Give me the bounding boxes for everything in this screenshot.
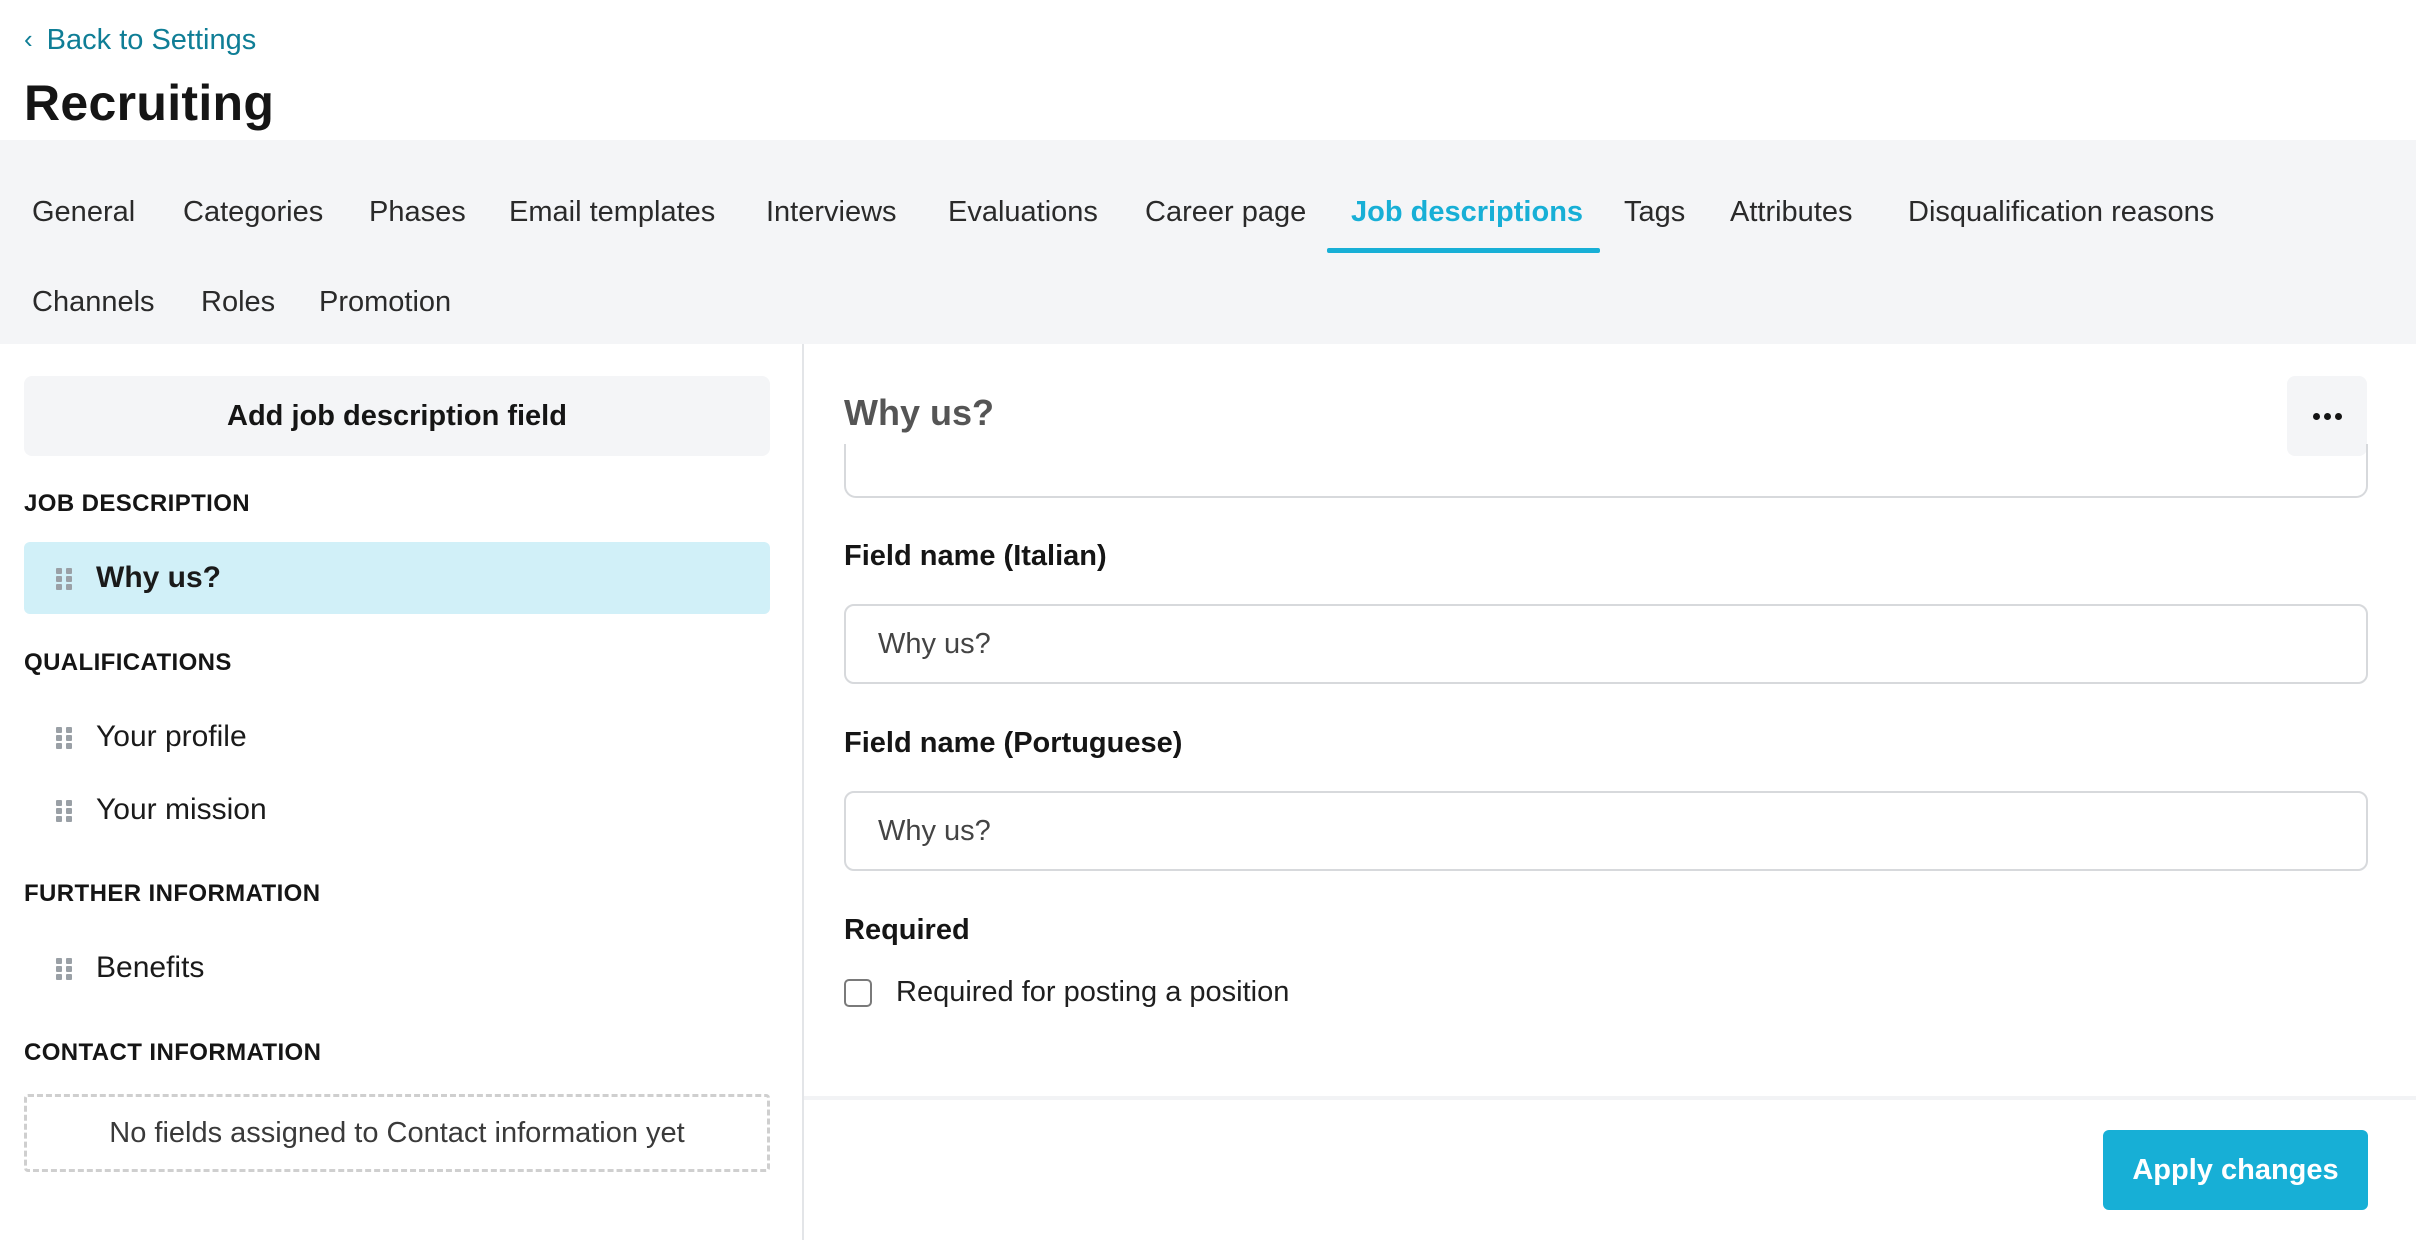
page-title: Recruiting xyxy=(24,75,275,131)
tab-disqualification-reasons[interactable]: Disqualification reasons xyxy=(1908,196,2214,229)
field-item-label: Benefits xyxy=(96,951,205,984)
settings-tab-bar: General Categories Phases Email template… xyxy=(0,140,2416,344)
more-horizontal-icon xyxy=(2312,412,2320,420)
field-item-benefits[interactable]: Benefits xyxy=(24,932,770,1004)
field-name-italian-input[interactable] xyxy=(844,604,2368,684)
required-checkbox-label: Required for posting a position xyxy=(896,976,1290,1008)
tab-phases[interactable]: Phases xyxy=(369,196,466,229)
scrolled-input-edge xyxy=(844,444,2368,498)
active-tab-indicator xyxy=(1327,248,1600,253)
field-list-panel: Add job description field JOB DESCRIPTIO… xyxy=(0,344,802,1240)
field-detail-title: Why us? xyxy=(844,392,994,433)
field-item-why-us[interactable]: Why us? xyxy=(24,542,770,614)
tab-categories[interactable]: Categories xyxy=(183,196,323,229)
drag-handle-icon[interactable] xyxy=(56,568,72,590)
empty-drop-zone: No fields assigned to Contact informatio… xyxy=(24,1094,770,1172)
field-item-label: Why us? xyxy=(96,561,221,594)
field-name-portuguese-label: Field name (Portuguese) xyxy=(844,727,1183,759)
back-link-label: Back to Settings xyxy=(46,24,257,56)
tab-attributes[interactable]: Attributes xyxy=(1730,196,1853,229)
section-title-contact-information: CONTACT INFORMATION xyxy=(24,1039,322,1066)
drag-handle-icon[interactable] xyxy=(56,727,72,749)
section-title-further-information: FURTHER INFORMATION xyxy=(24,880,321,907)
section-title-job-description: JOB DESCRIPTION xyxy=(24,490,251,517)
tab-evaluations[interactable]: Evaluations xyxy=(948,196,1098,229)
tab-tags[interactable]: Tags xyxy=(1624,196,1685,229)
drag-handle-icon[interactable] xyxy=(56,800,72,822)
tab-job-descriptions[interactable]: Job descriptions xyxy=(1351,196,1583,229)
field-item-label: Your mission xyxy=(96,793,267,826)
tab-career-page[interactable]: Career page xyxy=(1145,196,1306,229)
page-header: ‹ Back to Settings Recruiting xyxy=(0,0,2416,140)
add-job-description-field-button[interactable]: Add job description field xyxy=(24,376,770,456)
back-to-settings-link[interactable]: ‹ Back to Settings xyxy=(24,24,256,57)
field-name-italian-label: Field name (Italian) xyxy=(844,540,1107,572)
required-label: Required xyxy=(844,914,970,946)
field-item-label: Your profile xyxy=(96,720,247,753)
tab-interviews[interactable]: Interviews xyxy=(766,196,897,229)
drag-handle-icon[interactable] xyxy=(56,958,72,980)
field-detail-panel: Why us? Field name (Italian) Field name … xyxy=(804,344,2416,1240)
apply-changes-button[interactable]: Apply changes xyxy=(2103,1130,2368,1210)
footer-divider xyxy=(804,1096,2416,1100)
chevron-left-icon: ‹ xyxy=(24,23,33,54)
required-checkbox[interactable] xyxy=(844,978,872,1007)
tab-promotion[interactable]: Promotion xyxy=(319,286,451,319)
tab-email-templates[interactable]: Email templates xyxy=(509,196,715,229)
field-item-your-profile[interactable]: Your profile xyxy=(24,701,770,773)
section-title-qualifications: QUALIFICATIONS xyxy=(24,649,232,676)
tab-channels[interactable]: Channels xyxy=(32,286,155,319)
field-item-your-mission[interactable]: Your mission xyxy=(24,774,770,846)
required-checkbox-row[interactable]: Required for posting a position xyxy=(844,976,1289,1009)
field-name-portuguese-input[interactable] xyxy=(844,791,2368,871)
tab-roles[interactable]: Roles xyxy=(201,286,275,319)
tab-general[interactable]: General xyxy=(32,196,135,229)
